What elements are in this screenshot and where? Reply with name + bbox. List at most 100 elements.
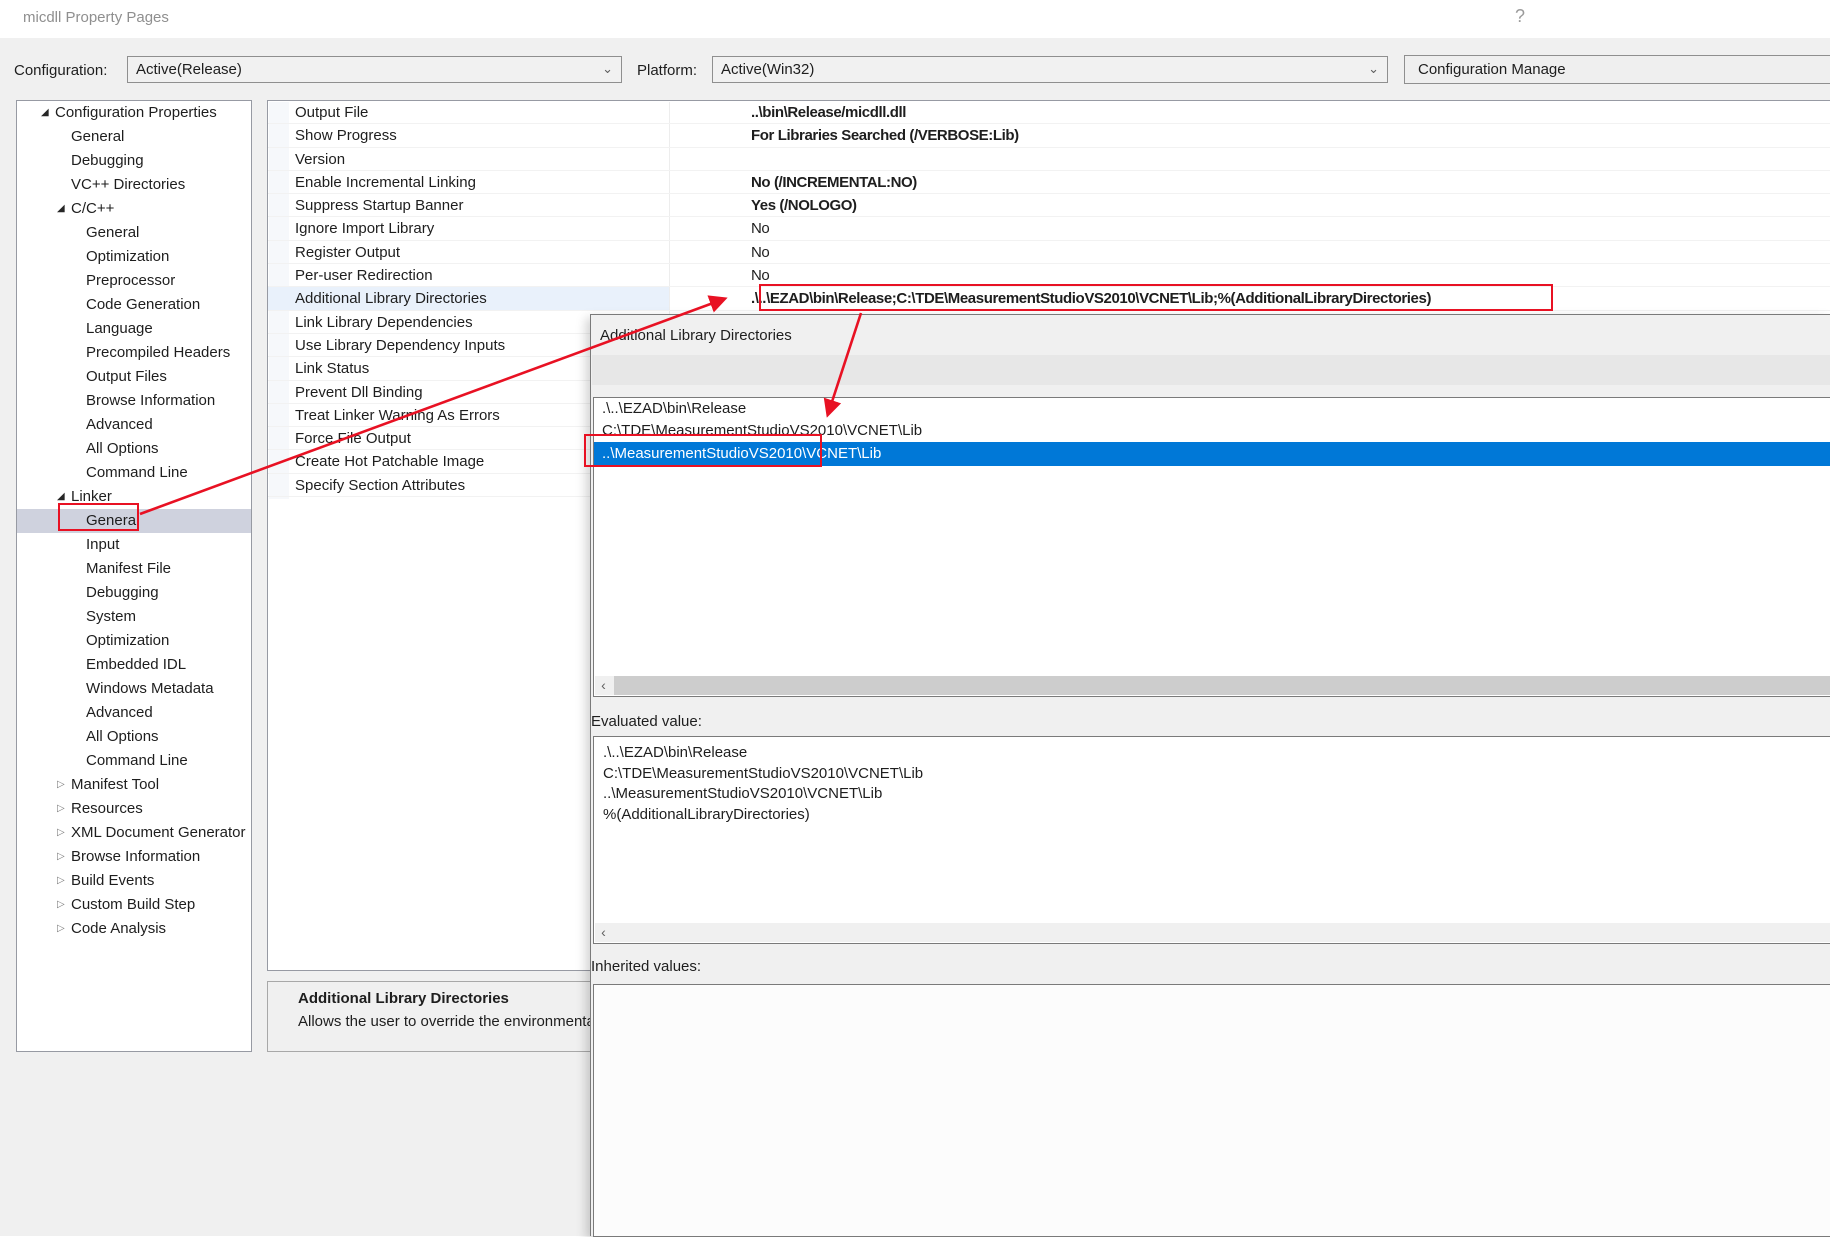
tree-collapsed-icon[interactable]: ▷: [57, 845, 65, 869]
tree-collapsed-icon[interactable]: ▷: [57, 797, 65, 821]
tree-expanded-icon[interactable]: ◢: [57, 485, 65, 509]
tree-item-manifest-file[interactable]: Manifest File: [17, 557, 251, 581]
property-row-version[interactable]: Version: [268, 148, 1830, 171]
evaluated-value-box[interactable]: .\..\EZAD\bin\Release C:\TDE\Measurement…: [593, 736, 1830, 944]
tree-item-label: Browse Information: [86, 389, 215, 413]
property-name: Register Output: [295, 241, 400, 264]
directory-list-item[interactable]: ..\MeasurementStudioVS2010\VCNET\Lib: [594, 442, 1830, 466]
tree-item-label: Code Generation: [86, 293, 200, 317]
property-name: Specify Section Attributes: [295, 474, 465, 497]
tree-item-precompiled-headers[interactable]: Precompiled Headers: [17, 341, 251, 365]
tree-item-build-events[interactable]: ▷Build Events: [17, 869, 251, 893]
tree-item-linker[interactable]: ◢Linker: [17, 485, 251, 509]
tree-item-debugging[interactable]: Debugging: [17, 581, 251, 605]
tree-collapsed-icon[interactable]: ▷: [57, 893, 65, 917]
property-row-per-user-redirection[interactable]: Per-user RedirectionNo: [268, 264, 1830, 287]
scrollbar-thumb[interactable]: [614, 676, 1830, 695]
directory-list-item[interactable]: .\..\EZAD\bin\Release: [594, 398, 1830, 420]
tree-item-configuration-properties[interactable]: ◢Configuration Properties: [17, 101, 251, 125]
tree-collapsed-icon[interactable]: ▷: [57, 773, 65, 797]
description-text: Allows the user to override the environm…: [298, 1013, 631, 1030]
property-row-register-output[interactable]: Register Output No: [268, 241, 1830, 264]
property-value[interactable]: No: [751, 264, 769, 287]
list-horizontal-scrollbar[interactable]: ‹: [595, 676, 1830, 695]
property-row-show-progress[interactable]: Show ProgressFor Libraries Searched (/VE…: [268, 124, 1830, 147]
configuration-manager-button[interactable]: Configuration Manage: [1404, 55, 1830, 84]
inherited-values-box[interactable]: [593, 984, 1830, 1237]
tree-item-code-generation[interactable]: Code Generation: [17, 293, 251, 317]
tree-item-label: Embedded IDL: [86, 653, 186, 677]
property-value[interactable]: No: [751, 241, 769, 264]
tree-expanded-icon[interactable]: ◢: [57, 197, 65, 221]
configuration-dropdown-value: Active(Release): [136, 61, 242, 78]
property-row-additional-library-directories[interactable]: Additional Library Directories.\..\EZAD\…: [268, 287, 1830, 310]
tree-item-label: Preprocessor: [86, 269, 175, 293]
tree-item-debugging[interactable]: Debugging: [17, 149, 251, 173]
tree-item-label: Linker: [71, 485, 112, 509]
tree-collapsed-icon[interactable]: ▷: [57, 821, 65, 845]
property-name: Suppress Startup Banner: [295, 194, 463, 217]
tree-item-optimization[interactable]: Optimization: [17, 629, 251, 653]
tree-item-browse-information[interactable]: Browse Information: [17, 389, 251, 413]
property-value[interactable]: Yes (/NOLOGO): [751, 194, 857, 217]
property-name: Version: [295, 148, 345, 171]
tree-item-windows-metadata[interactable]: Windows Metadata: [17, 677, 251, 701]
tree-item-language[interactable]: Language: [17, 317, 251, 341]
tree-item-general[interactable]: General: [17, 221, 251, 245]
property-value[interactable]: ..\bin\Release/micdll.dll: [751, 101, 906, 124]
tree-item-all-options[interactable]: All Options: [17, 437, 251, 461]
tree-item-input[interactable]: Input: [17, 533, 251, 557]
tree-item-c-c-[interactable]: ◢C/C++: [17, 197, 251, 221]
tree-item-custom-build-step[interactable]: ▷Custom Build Step: [17, 893, 251, 917]
tree-item-general[interactable]: General: [17, 509, 251, 533]
tree-collapsed-icon[interactable]: ▷: [57, 869, 65, 893]
tree-item-browse-information[interactable]: ▷Browse Information: [17, 845, 251, 869]
tree-item-label: XML Document Generator: [71, 821, 246, 845]
tree-item-command-line[interactable]: Command Line: [17, 749, 251, 773]
configuration-label: Configuration:: [14, 62, 107, 80]
property-value[interactable]: .\..\EZAD\bin\Release;C:\TDE\Measurement…: [751, 287, 1431, 310]
evaluated-horizontal-scrollbar[interactable]: ‹: [595, 923, 1830, 942]
tree-item-advanced[interactable]: Advanced: [17, 413, 251, 437]
property-value[interactable]: No (/INCREMENTAL:NO): [751, 171, 917, 194]
inherited-values-label: Inherited values:: [591, 958, 701, 975]
tree-collapsed-icon[interactable]: ▷: [57, 917, 65, 941]
tree-item-manifest-tool[interactable]: ▷Manifest Tool: [17, 773, 251, 797]
property-name: Treat Linker Warning As Errors: [295, 404, 500, 427]
property-value[interactable]: No: [751, 217, 769, 240]
tree-expanded-icon[interactable]: ◢: [41, 101, 49, 125]
tree-item-preprocessor[interactable]: Preprocessor: [17, 269, 251, 293]
directories-list[interactable]: .\..\EZAD\bin\ReleaseC:\TDE\MeasurementS…: [593, 397, 1830, 697]
property-row-ignore-import-library[interactable]: Ignore Import LibraryNo: [268, 217, 1830, 240]
configuration-dropdown[interactable]: Active(Release) ⌄: [127, 56, 622, 83]
tree-item-label: Resources: [71, 797, 143, 821]
property-row-enable-incremental-linking[interactable]: Enable Incremental Linking No (/INCREMENT…: [268, 171, 1830, 194]
tree-item-all-options[interactable]: All Options: [17, 725, 251, 749]
property-row-output-file[interactable]: Output File..\bin\Release/micdll.dll: [268, 101, 1830, 124]
property-value[interactable]: For Libraries Searched (/VERBOSE:Lib): [751, 124, 1019, 147]
platform-dropdown[interactable]: Active(Win32) ⌄: [712, 56, 1388, 83]
tree-item-advanced[interactable]: Advanced: [17, 701, 251, 725]
tree-item-command-line[interactable]: Command Line: [17, 461, 251, 485]
scroll-left-icon[interactable]: ‹: [595, 923, 612, 942]
property-name: Enable Incremental Linking: [295, 171, 476, 194]
tree-item-label: Manifest Tool: [71, 773, 159, 797]
tree-item-code-analysis[interactable]: ▷Code Analysis: [17, 917, 251, 941]
tree-item-output-files[interactable]: Output Files: [17, 365, 251, 389]
tree-item-label: Browse Information: [71, 845, 200, 869]
directory-list-item[interactable]: C:\TDE\MeasurementStudioVS2010\VCNET\Lib: [594, 420, 1830, 442]
popup-toolbar: [592, 355, 1830, 385]
tree-item-vc-directories[interactable]: VC++ Directories: [17, 173, 251, 197]
tree-item-xml-document-generator[interactable]: ▷XML Document Generator: [17, 821, 251, 845]
help-icon[interactable]: ?: [1508, 6, 1532, 27]
tree-item-optimization[interactable]: Optimization: [17, 245, 251, 269]
tree-item-resources[interactable]: ▷Resources: [17, 797, 251, 821]
tree-item-embedded-idl[interactable]: Embedded IDL: [17, 653, 251, 677]
tree-item-label: Command Line: [86, 461, 188, 485]
property-row-suppress-startup-banner[interactable]: Suppress Startup Banner Yes (/NOLOGO): [268, 194, 1830, 217]
tree-item-system[interactable]: System: [17, 605, 251, 629]
tree-item-label: Advanced: [86, 413, 153, 437]
scroll-left-icon[interactable]: ‹: [595, 676, 612, 695]
tree-item-label: Build Events: [71, 869, 154, 893]
tree-item-general[interactable]: General: [17, 125, 251, 149]
